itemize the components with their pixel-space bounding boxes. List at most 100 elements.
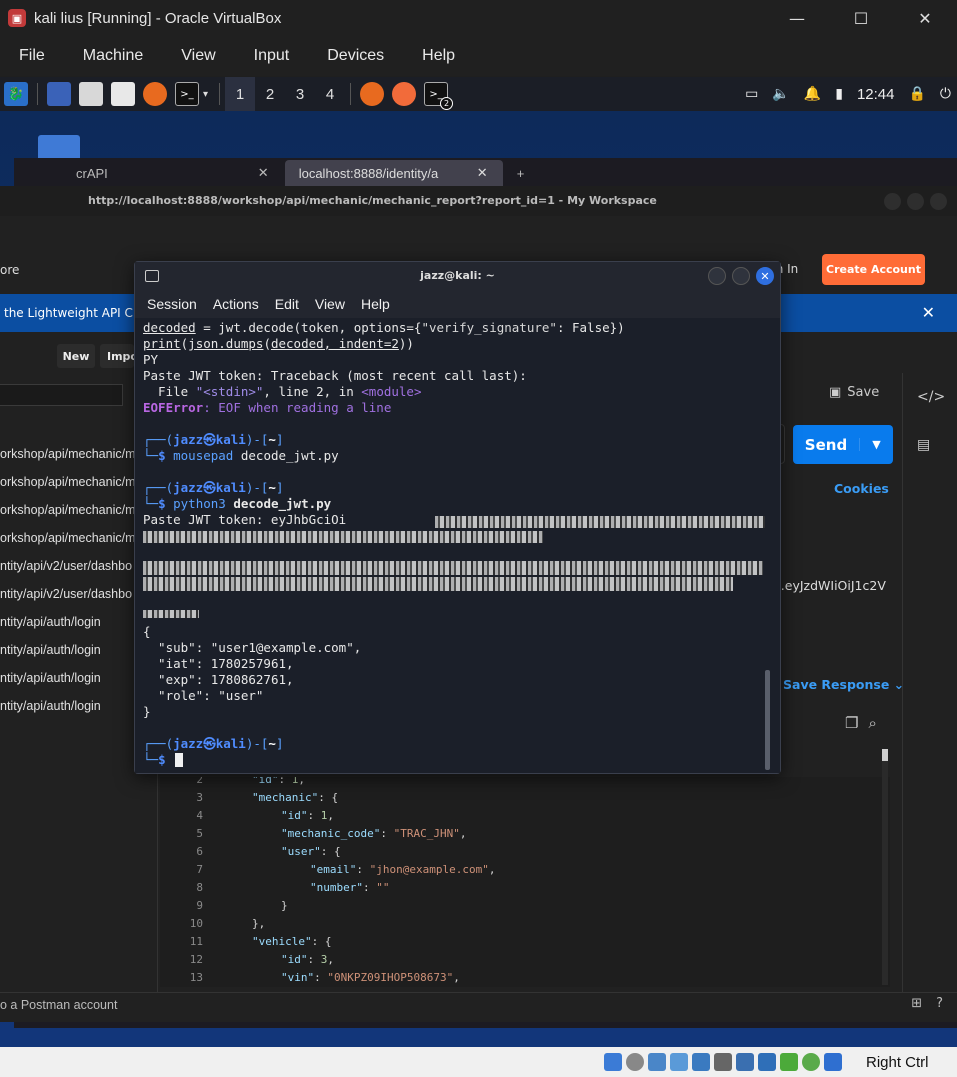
minimize-button[interactable]: [884, 193, 901, 210]
workspace-1[interactable]: 1: [225, 77, 256, 111]
import-button[interactable]: Impo: [100, 344, 134, 368]
terminal-task-icon[interactable]: >_ 2: [424, 82, 454, 110]
terminal-output[interactable]: decoded = jwt.decode(token, options={"ve…: [135, 318, 780, 773]
close-tab-icon[interactable]: ✕: [258, 165, 269, 181]
browser-tab-crapi[interactable]: crAPI ✕: [62, 160, 283, 186]
create-account-button[interactable]: Create Account: [822, 254, 925, 285]
save-request-button[interactable]: ▣ Save: [829, 385, 879, 400]
close-button[interactable]: ✕: [893, 0, 957, 36]
show-desktop-icon[interactable]: [47, 82, 71, 106]
lock-icon[interactable]: 🔒: [908, 86, 925, 102]
volume-icon[interactable]: 🔈: [772, 86, 789, 102]
workspace-2[interactable]: 2: [255, 77, 285, 111]
firefox-task-icon[interactable]: [360, 82, 385, 106]
window-controls: — ☐ ✕: [765, 0, 957, 36]
minimize-button[interactable]: [708, 267, 726, 285]
history-item[interactable]: orkshop/api/mechanic/me: [0, 503, 134, 517]
power-icon[interactable]: ⏻: [940, 86, 951, 102]
file-manager-icon[interactable]: [79, 82, 103, 106]
maximize-button[interactable]: [907, 193, 924, 210]
hard-disk-icon[interactable]: [604, 1053, 622, 1071]
display-icon[interactable]: ▭: [745, 86, 758, 102]
history-item[interactable]: ntity/api/auth/login: [0, 643, 134, 657]
close-button[interactable]: [930, 193, 947, 210]
close-button[interactable]: ✕: [756, 267, 774, 285]
history-item[interactable]: ntity/api/auth/login: [0, 671, 134, 685]
battery-icon[interactable]: ▮: [835, 86, 843, 102]
close-tab-icon[interactable]: ✕: [477, 165, 488, 181]
terminal-launcher-icon[interactable]: >_: [175, 82, 199, 106]
mouse-integration-icon[interactable]: [802, 1053, 820, 1071]
chevron-down-icon[interactable]: ▼: [859, 438, 893, 451]
firefox-icon[interactable]: [143, 82, 167, 106]
layout-icon[interactable]: ⊞: [911, 996, 922, 1011]
menu-actions[interactable]: Actions: [213, 296, 259, 312]
close-icon[interactable]: ✕: [922, 303, 935, 322]
workspace-4[interactable]: 4: [315, 77, 345, 111]
line-number: 8: [196, 881, 203, 894]
terminal-count-badge: 2: [440, 97, 454, 110]
notification-bell-icon[interactable]: 🔔: [804, 86, 821, 102]
network-icon[interactable]: [670, 1053, 688, 1071]
audio-icon[interactable]: [648, 1053, 666, 1071]
menu-machine[interactable]: Machine: [64, 47, 162, 65]
code-line: 10},: [160, 917, 880, 935]
code-text: "id": 3,: [281, 953, 334, 966]
menu-devices[interactable]: Devices: [308, 47, 403, 65]
menu-view[interactable]: View: [162, 47, 234, 65]
recording-icon[interactable]: [758, 1053, 776, 1071]
terminal-scrollbar[interactable]: [765, 670, 770, 770]
terminal-prompt: ┌──(jazz㉿kali)-[~]: [143, 480, 284, 495]
history-item[interactable]: ntity/api/v2/user/dashbo: [0, 587, 134, 601]
history-item[interactable]: orkshop/api/mechanic/me: [0, 475, 134, 489]
explore-tab[interactable]: ore: [0, 263, 19, 277]
code-text: "vin": "0NKPZ09IHOP508673",: [281, 971, 460, 984]
optical-drive-icon[interactable]: [626, 1053, 644, 1071]
history-item[interactable]: orkshop/api/mechanic/me: [0, 447, 134, 461]
menu-input[interactable]: Input: [235, 47, 309, 65]
browser-tab-localhost[interactable]: localhost:8888/identity/a ✕: [284, 160, 503, 186]
menu-view[interactable]: View: [315, 296, 345, 312]
usb-icon[interactable]: [692, 1053, 710, 1071]
display-icon[interactable]: [736, 1053, 754, 1071]
vbox-menubar: File Machine View Input Devices Help: [0, 36, 957, 76]
line-number: 12: [189, 953, 203, 966]
search-icon[interactable]: ⌕: [868, 714, 876, 732]
menu-session[interactable]: Session: [147, 296, 197, 312]
menu-file[interactable]: File: [0, 47, 64, 65]
copy-icon[interactable]: ❐: [845, 714, 858, 732]
send-button[interactable]: Send ▼: [793, 425, 893, 464]
cookies-link[interactable]: Cookies: [834, 481, 889, 496]
code-line: 8 "number": "": [160, 881, 880, 899]
save-response-button[interactable]: Save Response ⌄: [783, 677, 904, 692]
maximize-button[interactable]: ☐: [829, 0, 893, 36]
history-item[interactable]: ntity/api/auth/login: [0, 615, 134, 629]
menu-edit[interactable]: Edit: [275, 296, 299, 312]
menu-help[interactable]: Help: [361, 296, 390, 312]
history-search-input[interactable]: [0, 384, 123, 406]
footer-text[interactable]: o a Postman account: [0, 998, 117, 1012]
code-icon[interactable]: </>: [917, 389, 945, 405]
menu-help[interactable]: Help: [403, 47, 474, 65]
new-button[interactable]: New: [57, 344, 95, 368]
maximize-button[interactable]: [732, 267, 750, 285]
terminal-line: "exp": 1780862761,: [143, 672, 294, 687]
info-icon[interactable]: ▤: [917, 437, 930, 453]
new-tab-button[interactable]: +: [503, 160, 539, 186]
keyboard-icon[interactable]: [824, 1053, 842, 1071]
code-line: 2 "id": 1,: [160, 777, 880, 791]
chevron-down-icon[interactable]: ▾: [203, 89, 208, 100]
history-item[interactable]: orkshop/api/mechanic/me: [0, 531, 134, 545]
history-item[interactable]: ntity/api/auth/login: [0, 699, 134, 713]
kali-menu-icon[interactable]: 🐉: [4, 82, 28, 106]
workspace-3[interactable]: 3: [285, 77, 315, 111]
text-editor-icon[interactable]: [111, 82, 135, 106]
response-scrollbar[interactable]: [882, 749, 888, 985]
history-item[interactable]: ntity/api/v2/user/dashbo: [0, 559, 134, 573]
help-icon[interactable]: ?: [936, 996, 943, 1011]
postman-task-icon[interactable]: [392, 82, 417, 106]
clock[interactable]: 12:44: [857, 86, 895, 103]
minimize-button[interactable]: —: [765, 0, 829, 36]
cpu-icon[interactable]: [780, 1053, 798, 1071]
shared-folders-icon[interactable]: [714, 1053, 732, 1071]
